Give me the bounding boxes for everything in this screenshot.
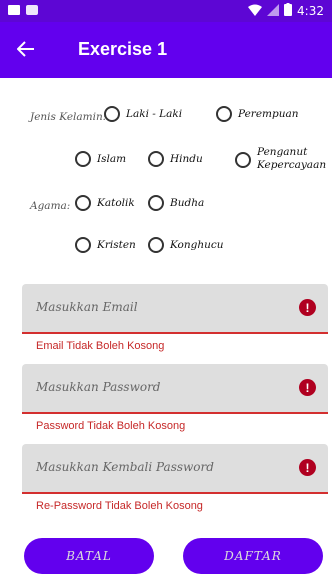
radio-label: Konghucu [170, 239, 224, 251]
signal-icon [267, 3, 280, 19]
cancel-button[interactable]: BATAL [24, 538, 154, 574]
radio-label: Penganut Kepercayaan [257, 146, 327, 171]
email-error: Email Tidak Boleh Kosong [36, 340, 165, 352]
radio-kristen[interactable]: Kristen [75, 237, 136, 253]
submit-button[interactable]: DAFTAR [183, 538, 323, 574]
radio-penganut-kepercayaan[interactable]: Penganut Kepercayaan [235, 146, 327, 172]
religion-label: Agama: [30, 200, 71, 212]
repassword-placeholder: Masukkan Kembali Password [36, 460, 214, 474]
password-placeholder: Masukkan Password [36, 380, 161, 394]
status-notifications [8, 5, 38, 15]
radio-islam[interactable]: Islam [75, 151, 126, 167]
battery-icon [284, 3, 293, 19]
radio-circle[interactable] [148, 195, 164, 211]
radio-circle[interactable] [216, 106, 232, 122]
status-bar: 4:32 [0, 0, 332, 22]
radio-label: Budha [170, 197, 205, 209]
radio-konghucu[interactable]: Konghucu [148, 237, 224, 253]
radio-laki-laki[interactable]: Laki - Laki [104, 106, 182, 122]
arrow-back-icon[interactable] [14, 37, 38, 61]
notification-icon [8, 5, 20, 15]
password-field[interactable]: Masukkan Password ! [22, 364, 328, 414]
radio-circle[interactable] [75, 237, 91, 253]
radio-circle[interactable] [75, 151, 91, 167]
status-time: 4:32 [297, 4, 324, 18]
radio-circle[interactable] [104, 106, 120, 122]
radio-perempuan[interactable]: Perempuan [216, 106, 299, 122]
radio-hindu[interactable]: Hindu [148, 151, 203, 167]
error-icon: ! [299, 459, 316, 476]
email-placeholder: Masukkan Email [36, 300, 138, 314]
email-field[interactable]: Masukkan Email ! [22, 284, 328, 334]
error-icon: ! [299, 299, 316, 316]
repassword-error: Re-Password Tidak Boleh Kosong [36, 500, 203, 512]
radio-label: Kristen [97, 239, 136, 251]
status-right: 4:32 [248, 3, 324, 19]
password-error: Password Tidak Boleh Kosong [36, 420, 186, 432]
notification-icon-2 [26, 5, 38, 15]
gender-label: Jenis Kelamin: [30, 111, 107, 123]
radio-label: Katolik [97, 197, 135, 209]
error-icon: ! [299, 379, 316, 396]
wifi-icon [248, 4, 263, 19]
page-title: Exercise 1 [78, 39, 168, 59]
radio-circle[interactable] [75, 195, 91, 211]
radio-label: Islam [97, 153, 127, 165]
radio-label: Laki - Laki [126, 108, 183, 120]
radio-label: Hindu [170, 153, 203, 165]
radio-label: Perempuan [238, 108, 299, 120]
radio-circle[interactable] [148, 237, 164, 253]
app-bar: Exercise 1 [0, 22, 332, 78]
radio-circle[interactable] [148, 151, 164, 167]
radio-circle[interactable] [235, 152, 251, 168]
radio-budha[interactable]: Budha [148, 195, 204, 211]
repassword-field[interactable]: Masukkan Kembali Password ! [22, 444, 328, 494]
radio-katolik[interactable]: Katolik [75, 195, 135, 211]
